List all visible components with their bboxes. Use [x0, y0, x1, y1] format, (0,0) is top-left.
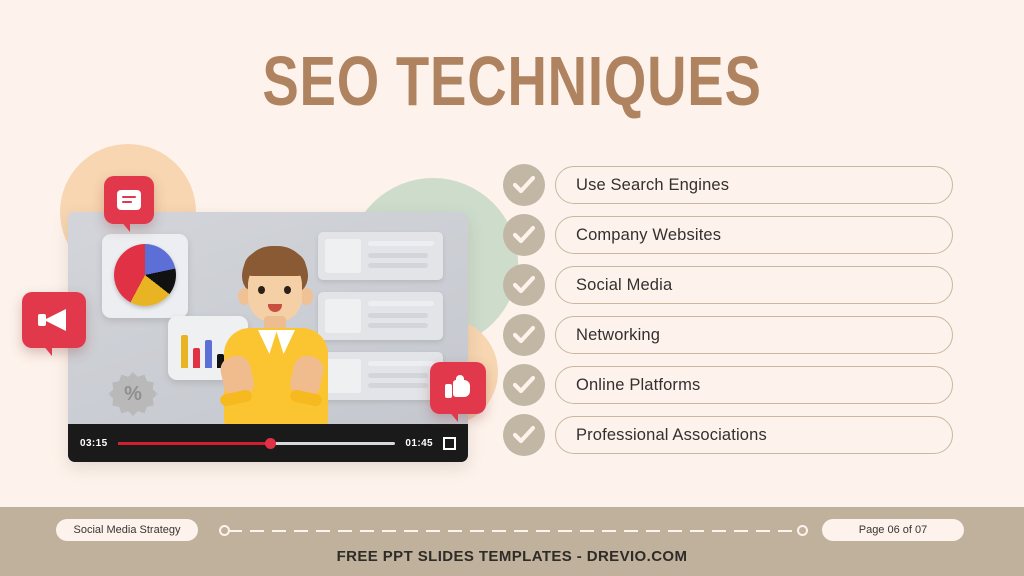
page-indicator: Page 06 of 07: [822, 519, 964, 541]
pie-chart-icon: [114, 244, 176, 306]
checklist-pill[interactable]: Social Media: [555, 266, 953, 304]
progress-knob[interactable]: [265, 437, 277, 449]
checklist-pill[interactable]: Online Platforms: [555, 366, 953, 404]
checklist-item-label: Online Platforms: [576, 375, 701, 394]
footer-band: Social Media Strategy Page 06 of 07: [0, 507, 1024, 576]
page-title: SEO TECHNIQUES: [262, 42, 762, 120]
comment-icon: [117, 190, 141, 210]
presenter-character: [216, 246, 338, 424]
checklist-item-label: Social Media: [576, 275, 673, 294]
checklist-item[interactable]: Use Search Engines: [503, 164, 953, 206]
card-line: [368, 301, 434, 306]
bar-1: [181, 335, 188, 368]
check-icon: [503, 314, 545, 356]
card-line: [368, 313, 428, 318]
comment-bubble: [104, 176, 154, 232]
megaphone-bubble: [22, 292, 86, 356]
card-line: [368, 323, 428, 328]
checklist: Use Search Engines Company Websites Soci…: [503, 164, 953, 464]
video-player[interactable]: % 03:15 01:45: [68, 212, 468, 462]
checklist-item[interactable]: Online Platforms: [503, 364, 953, 406]
card-line: [368, 373, 428, 378]
checklist-item-label: Professional Associations: [576, 425, 767, 444]
elapsed-time: 03:15: [80, 437, 108, 449]
checklist-pill[interactable]: Professional Associations: [555, 416, 953, 454]
card-line: [368, 253, 428, 258]
illustration: % 03:15 01:45: [18, 140, 518, 475]
checklist-pill[interactable]: Networking: [555, 316, 953, 354]
character-eye-left: [258, 286, 265, 294]
check-icon: [503, 264, 545, 306]
checklist-pill[interactable]: Company Websites: [555, 216, 953, 254]
fullscreen-icon[interactable]: [443, 436, 456, 450]
checklist-pill[interactable]: Use Search Engines: [555, 166, 953, 204]
checklist-item-label: Company Websites: [576, 225, 722, 244]
check-icon: [503, 364, 545, 406]
slide-canvas: SEO TECHNIQUES % 03:15 01:45 Use Search …: [0, 0, 1024, 576]
timeline-dot-end: [797, 525, 808, 536]
page-indicator-label: Page 06 of 07: [858, 524, 928, 536]
checklist-item[interactable]: Professional Associations: [503, 414, 953, 456]
progress-fill: [117, 441, 271, 445]
progress-timeline: [219, 525, 808, 536]
bar-3: [205, 340, 212, 368]
video-stage: %: [68, 212, 468, 424]
like-bubble: [430, 362, 486, 422]
card-line: [368, 241, 434, 246]
character-fringe: [244, 252, 306, 276]
checklist-item-label: Networking: [576, 325, 661, 344]
character-eye-right: [284, 286, 291, 294]
check-icon: [503, 164, 545, 206]
checklist-item[interactable]: Networking: [503, 314, 953, 356]
video-controls[interactable]: 03:15 01:45: [68, 424, 468, 462]
thumbs-up-icon: [445, 375, 471, 401]
checklist-item-label: Use Search Engines: [576, 175, 730, 194]
percent-badge: %: [111, 372, 155, 416]
card-line: [368, 383, 428, 388]
progress-slider[interactable]: [117, 437, 396, 449]
checklist-item[interactable]: Social Media: [503, 264, 953, 306]
pie-chart-card: [102, 234, 188, 318]
card-line: [368, 263, 428, 268]
card-line: [368, 361, 434, 366]
bar-2: [193, 348, 200, 368]
megaphone-icon: [38, 309, 70, 331]
section-tag-label: Social Media Strategy: [73, 524, 181, 536]
timeline-dashes: [228, 529, 799, 532]
credit-text: FREE PPT SLIDES TEMPLATES - DREVIO.COM: [336, 548, 688, 565]
remaining-time: 01:45: [405, 437, 433, 449]
check-icon: [503, 414, 545, 456]
checklist-item[interactable]: Company Websites: [503, 214, 953, 256]
section-tag: Social Media Strategy: [56, 519, 198, 541]
timeline-dot-start: [219, 525, 230, 536]
check-icon: [503, 214, 545, 256]
